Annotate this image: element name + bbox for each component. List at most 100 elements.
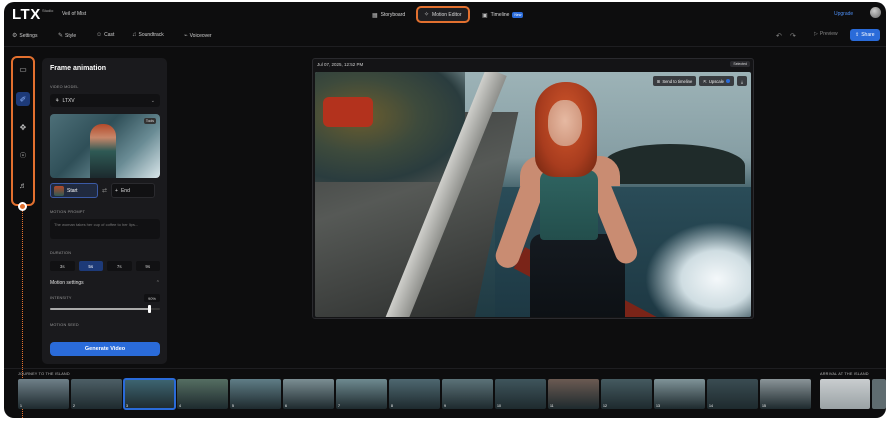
top-bar: LTX Studio Veil of Mist ▦ Storyboard ✧ M…	[4, 2, 886, 26]
shot-thumbnail[interactable]: 13	[654, 379, 705, 409]
upgrade-link[interactable]: Upgrade	[834, 11, 853, 17]
shot-thumbnail[interactable]: 8	[389, 379, 440, 409]
annotation-marker	[18, 202, 27, 211]
motion-prompt-input[interactable]: The woman takes her cup of coffee to her…	[50, 219, 160, 239]
scene-label-arrival: ARRIVAL AT THE ISLAND	[820, 372, 869, 376]
duration-5s[interactable]: 5s	[78, 261, 103, 271]
swap-icon[interactable]: ⇄	[102, 187, 107, 194]
shot-thumbnail-arrival-1[interactable]	[820, 379, 870, 409]
subject-woman	[492, 82, 641, 317]
motion-settings-toggle[interactable]: Motion settings ⌃	[50, 280, 160, 286]
duration-7s[interactable]: 7s	[107, 261, 132, 271]
redo-icon[interactable]: ↷	[790, 32, 796, 40]
preview-button[interactable]: ▷ Preview	[814, 31, 838, 37]
video-model-label: VIDEO MODEL	[50, 85, 79, 89]
tab-motion-editor-label: Motion Editor	[432, 11, 462, 18]
shot-number: 7	[338, 404, 340, 408]
intensity-label: INTENSITY	[50, 296, 72, 300]
avatar[interactable]	[870, 7, 881, 18]
shot-thumbnail[interactable]: 9	[442, 379, 493, 409]
keyframe-subject	[90, 124, 116, 178]
shot-number: 11	[550, 404, 554, 408]
shot-number: 4	[179, 404, 181, 408]
music-note-icon[interactable]: ♬	[16, 178, 30, 192]
intensity-value[interactable]: 90%	[144, 294, 160, 302]
share-button[interactable]: ⇪ Share	[850, 29, 880, 41]
shot-thumbnail[interactable]: 12	[601, 379, 652, 409]
fishing-net	[315, 72, 465, 182]
shot-thumbnail[interactable]: 10	[495, 379, 546, 409]
pen-icon[interactable]: ✐	[16, 92, 30, 106]
motion-icon: ✧	[424, 12, 430, 18]
shot-thumbnail-arrival-2[interactable]	[872, 379, 886, 409]
undo-icon[interactable]: ↶	[776, 32, 782, 40]
face-swap-icon[interactable]: ☉	[16, 148, 30, 162]
download-button[interactable]: ⤓	[737, 76, 747, 86]
grid-icon: ▦	[372, 12, 378, 19]
brush-icon: ✎	[58, 33, 64, 39]
image-icon[interactable]: ▭	[16, 62, 30, 76]
tab-timeline-label: Timeline	[490, 12, 510, 18]
shot-thumbnail[interactable]: 2	[71, 379, 122, 409]
image-actions: ⊞ Send to timeline ⇱ Upscale ⤓	[652, 76, 747, 86]
shot-thumbnail[interactable]: 5	[230, 379, 281, 409]
gear-icon: ⚙	[12, 33, 18, 39]
video-model-select[interactable]: ⚘ LTXV ⌄	[50, 94, 160, 107]
send-to-timeline-button[interactable]: ⊞ Send to timeline	[652, 76, 697, 86]
shot-thumbnail[interactable]: 1	[18, 379, 69, 409]
shot-thumbnail[interactable]: 3	[123, 378, 176, 410]
intensity-slider-fill	[50, 308, 149, 310]
shot-number: 15	[762, 404, 766, 408]
people-icon: ☺	[96, 32, 103, 38]
shot-number: 3	[126, 404, 128, 408]
chevron-up-icon: ⌃	[155, 280, 160, 286]
cast-label: Cast	[104, 32, 115, 38]
tab-timeline[interactable]: ▣ Timeline New	[478, 8, 527, 22]
selected-toggle[interactable]: Selected	[730, 61, 750, 67]
duration-label: DURATION	[50, 251, 72, 255]
canvas-header: Jul 07, 2025, 12:52 PM Selected	[313, 59, 753, 71]
start-end-frames: Start ⇄ + End	[50, 183, 160, 198]
cast-button[interactable]: ☺ Cast	[96, 32, 114, 38]
duration-3s[interactable]: 3s	[50, 261, 75, 271]
subject-legs	[530, 234, 625, 317]
shot-thumbnail[interactable]: 7	[336, 379, 387, 409]
tool-rail: ▭ ✐ ✥ ☉ ♬	[11, 56, 35, 206]
shot-thumbnail[interactable]: 4	[177, 379, 228, 409]
generate-video-button[interactable]: Generate Video	[50, 342, 160, 356]
upscale-button[interactable]: ⇱ Upscale	[699, 76, 734, 86]
shot-thumbnail[interactable]: 14	[707, 379, 758, 409]
tab-storyboard[interactable]: ▦ Storyboard	[368, 8, 409, 22]
shot-filmstrip: 1 2 3 4 5 6 7 8 9 10 11 12 13 14 15	[18, 378, 811, 410]
ltx-logo[interactable]: LTX	[12, 6, 41, 23]
style-label: Style	[65, 32, 77, 39]
shot-number: 2	[73, 404, 75, 408]
motion-settings-label: Motion settings	[50, 280, 84, 286]
style-button[interactable]: ✎ Style	[58, 32, 77, 40]
wave-spray	[645, 222, 751, 317]
generated-image[interactable]: ⊞ Send to timeline ⇱ Upscale ⤓	[315, 72, 751, 317]
model-icon: ⚘	[55, 97, 60, 104]
upscale-indicator	[726, 79, 730, 83]
project-name[interactable]: Veil of Mist	[62, 11, 86, 17]
start-frame-button[interactable]: Start	[50, 183, 98, 198]
tools-tag[interactable]: Tools	[143, 118, 156, 124]
shot-thumbnail[interactable]: 6	[283, 379, 334, 409]
app-window: LTX Studio Veil of Mist ▦ Storyboard ✧ M…	[4, 2, 886, 418]
timeline-icon: ⊞	[656, 78, 661, 84]
voiceover-button[interactable]: ⌁ Voiceover	[184, 32, 212, 40]
intensity-slider[interactable]	[50, 305, 160, 313]
keyframe-preview[interactable]: Tools	[50, 114, 160, 178]
shot-thumbnail[interactable]: 11	[548, 379, 599, 409]
tab-motion-editor[interactable]: ✧ Motion Editor	[416, 6, 470, 23]
panel-title: Frame animation	[50, 65, 107, 72]
intensity-slider-handle[interactable]	[147, 305, 151, 313]
shot-number: 14	[709, 404, 713, 408]
end-frame-button[interactable]: + End	[111, 183, 156, 198]
move-icon[interactable]: ✥	[16, 120, 30, 134]
soundtrack-button[interactable]: ♫ Soundtrack	[132, 32, 164, 38]
duration-9s[interactable]: 9s	[135, 261, 160, 271]
settings-label: Settings	[19, 32, 38, 39]
settings-button[interactable]: ⚙ Settings	[12, 32, 38, 40]
shot-thumbnail[interactable]: 15	[760, 379, 811, 409]
